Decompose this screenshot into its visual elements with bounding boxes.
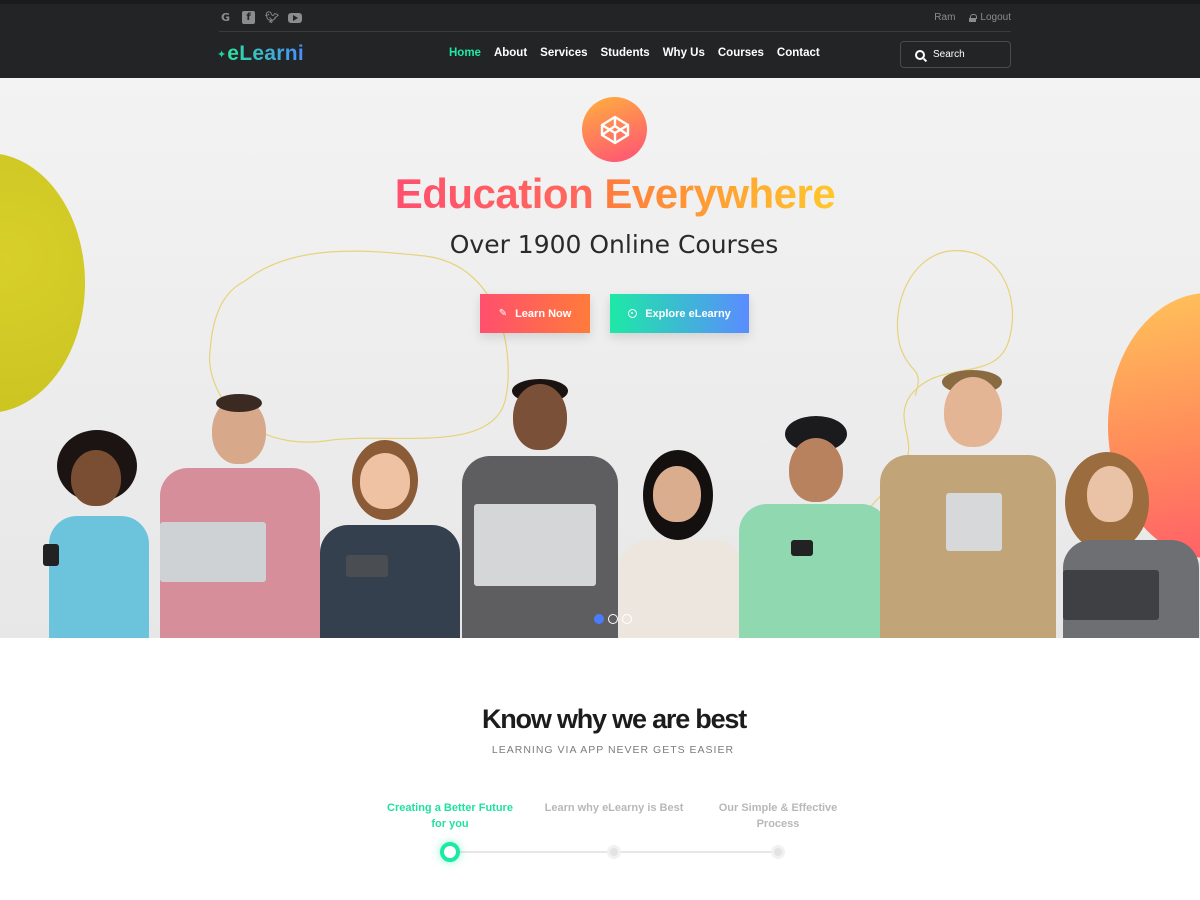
sparkle-icon: ✦: [217, 48, 227, 61]
google-icon[interactable]: G: [219, 11, 232, 24]
student-figure: [35, 430, 160, 638]
nav-why-us[interactable]: Why Us: [663, 47, 705, 59]
student-figure: [878, 370, 1058, 638]
nav-students[interactable]: Students: [601, 47, 650, 59]
explore-button[interactable]: Explore eLearny: [610, 294, 749, 333]
learn-now-button[interactable]: ✎ Learn Now: [480, 294, 590, 333]
hero-subtitle: Over 1900 Online Courses: [449, 230, 779, 259]
step-dot-1[interactable]: [440, 842, 460, 862]
carousel-dot-3[interactable]: [622, 614, 632, 624]
site-logo[interactable]: ✦ eLearni: [217, 42, 304, 66]
logo-text: eLearni: [227, 42, 305, 65]
nav-courses[interactable]: Courses: [718, 47, 764, 59]
youtube-icon[interactable]: [288, 13, 302, 23]
logout-link[interactable]: Logout: [969, 12, 1011, 23]
carousel-dots: [594, 614, 632, 624]
main-nav: Home About Services Students Why Us Cour…: [449, 47, 820, 59]
user-area: Ram Logout: [934, 12, 1011, 23]
hero-title: Education Everywhere: [0, 170, 1200, 218]
search-icon: [915, 49, 925, 60]
student-figure: [460, 379, 620, 638]
hero-title-part2: Everywhere: [604, 170, 836, 217]
facebook-icon[interactable]: f: [242, 11, 255, 24]
social-links: G f 🐦︎: [219, 11, 302, 24]
site-header: G f 🐦︎ Ram Logout ✦ eLearni Home About S…: [0, 0, 1200, 78]
codepen-cube-icon: [600, 115, 629, 144]
section-subtitle: LEARNING VIA APP NEVER GETS EASIER: [491, 744, 735, 756]
student-figure: [1055, 452, 1200, 638]
hero-section: Education Everywhere Over 1900 Online Co…: [0, 78, 1200, 638]
learn-now-label: Learn Now: [515, 307, 572, 320]
carousel-dot-2[interactable]: [608, 614, 618, 624]
browser-edge: [0, 0, 1200, 4]
logout-label: Logout: [980, 12, 1011, 23]
student-figure: [318, 440, 463, 638]
step-label-2[interactable]: Learn why eLearny is Best: [544, 800, 684, 816]
student-figure: [152, 394, 322, 638]
student-figure: [735, 416, 890, 638]
explore-label: Explore eLearny: [645, 307, 731, 320]
hero-title-part1: Education: [394, 170, 594, 217]
carousel-dot-1[interactable]: [594, 614, 604, 624]
twitter-icon[interactable]: 🐦︎: [265, 11, 279, 24]
section-title: Know why we are best: [481, 704, 747, 734]
target-icon: [628, 309, 638, 318]
lock-icon: [969, 13, 978, 22]
nav-home[interactable]: Home: [449, 47, 481, 59]
nav-about[interactable]: About: [494, 47, 527, 59]
header-divider: [219, 31, 1011, 32]
step-dot-3[interactable]: [771, 845, 785, 859]
pencil-icon: ✎: [498, 308, 508, 319]
search-input[interactable]: [933, 49, 1003, 60]
step-dot-2[interactable]: [607, 845, 621, 859]
nav-contact[interactable]: Contact: [777, 47, 820, 59]
search-box[interactable]: [900, 41, 1011, 68]
step-label-1[interactable]: Creating a Better Future for you: [380, 800, 520, 832]
student-figure: [615, 450, 745, 638]
username-link[interactable]: Ram: [934, 12, 955, 23]
nav-services[interactable]: Services: [540, 47, 587, 59]
step-label-3[interactable]: Our Simple & Effective Process: [708, 800, 848, 832]
hero-students-image: [0, 368, 1200, 638]
hero-badge: [582, 97, 647, 162]
